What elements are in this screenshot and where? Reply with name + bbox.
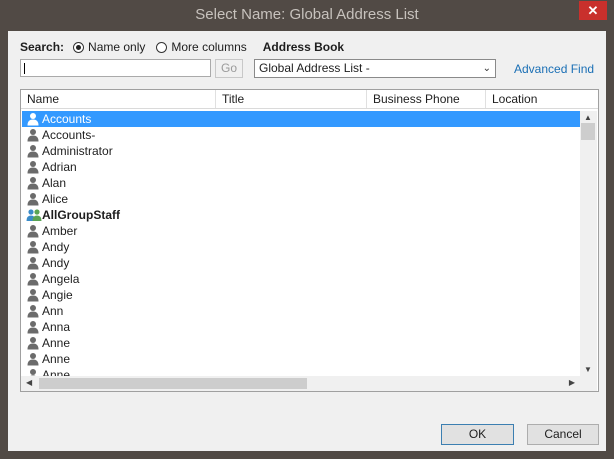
list-item[interactable]: Administrator (22, 143, 580, 159)
vertical-scrollbar[interactable]: ▲ ▼ (580, 111, 597, 376)
column-header-name[interactable]: Name (21, 90, 216, 108)
address-book-select[interactable]: Global Address List - ⌄ (254, 59, 496, 78)
list-item-name: Anne (42, 352, 71, 366)
list-item[interactable]: Anna (22, 319, 580, 335)
address-book-label: Address Book (262, 40, 345, 54)
dialog-body: Search: Name only More columns Address B… (8, 31, 606, 451)
person-icon (26, 176, 40, 190)
list-item[interactable]: Adrian (22, 159, 580, 175)
list-item[interactable]: Andy (22, 255, 580, 271)
radio-unchecked-icon (156, 41, 168, 53)
list-item-name: Accounts (42, 112, 92, 126)
group-icon (26, 208, 42, 222)
column-header-location[interactable]: Location (486, 90, 598, 108)
list-item[interactable]: Andy (22, 239, 580, 255)
person-icon (26, 320, 40, 334)
list-item-name: Ann (42, 304, 64, 318)
list-item-name: Alice (42, 192, 69, 206)
column-header-title[interactable]: Title (216, 90, 367, 108)
list-item[interactable]: Ann (22, 303, 580, 319)
list-item[interactable]: Anne (22, 351, 580, 367)
more-columns-label: More columns (171, 40, 247, 54)
window-title: Select Name: Global Address List (195, 6, 419, 23)
person-icon (26, 112, 40, 126)
scroll-up-icon[interactable]: ▲ (584, 113, 592, 122)
list-item-name: AllGroupStaff (42, 208, 120, 222)
go-button[interactable]: Go (215, 59, 243, 78)
vertical-scroll-thumb[interactable] (581, 123, 595, 140)
close-button[interactable]: ✕ (579, 1, 607, 20)
person-icon (26, 240, 40, 254)
list-item[interactable]: Alice (22, 191, 580, 207)
list-item-name: Angela (42, 272, 80, 286)
person-icon (26, 128, 40, 142)
search-input[interactable] (20, 59, 211, 77)
list-item-name: Administrator (42, 144, 113, 158)
person-icon (26, 336, 40, 350)
person-icon (26, 192, 40, 206)
list-item[interactable]: Accounts (22, 111, 580, 127)
person-icon (26, 144, 40, 158)
list-item[interactable]: Accounts- (22, 127, 580, 143)
ok-button[interactable]: OK (441, 424, 514, 445)
name-only-label: Name only (88, 40, 146, 54)
horizontal-scrollbar[interactable]: ◀ ▶ (21, 376, 580, 391)
cancel-button[interactable]: Cancel (527, 424, 599, 445)
list-item[interactable]: Amber (22, 223, 580, 239)
person-icon (26, 256, 40, 270)
chevron-down-icon: ⌄ (482, 63, 491, 74)
person-icon (26, 224, 40, 238)
list-item[interactable]: Anne (22, 367, 580, 376)
list-item-name: Accounts- (42, 128, 96, 142)
search-label: Search: (20, 40, 65, 54)
advanced-find-link[interactable]: Advanced Find (514, 62, 594, 76)
list-item[interactable]: Angie (22, 287, 580, 303)
horizontal-scroll-thumb[interactable] (39, 378, 307, 389)
address-book-selected: Global Address List - (259, 61, 370, 75)
scroll-down-icon[interactable]: ▼ (584, 365, 592, 374)
search-options-row: Search: Name only More columns Address B… (20, 39, 344, 55)
list-item-name: Andy (42, 256, 70, 270)
list-item-name: Andy (42, 240, 70, 254)
person-icon (26, 352, 40, 366)
title-bar[interactable]: Select Name: Global Address List ✕ (0, 0, 614, 31)
scrollbar-corner (580, 376, 597, 391)
list-rows: Accounts Accounts- Administrator Adrian Alan… (21, 111, 580, 376)
list-item-name: Amber (42, 224, 78, 238)
close-icon: ✕ (587, 2, 599, 18)
radio-checked-icon (73, 41, 85, 53)
column-header-business-phone[interactable]: Business Phone (367, 90, 486, 108)
list-item-name: Adrian (42, 160, 77, 174)
list-item-name: Angie (42, 288, 73, 302)
text-caret (24, 63, 25, 74)
person-icon (26, 160, 40, 174)
list-item[interactable]: Angela (22, 271, 580, 287)
list-item[interactable]: Anne (22, 335, 580, 351)
scroll-left-icon[interactable]: ◀ (26, 378, 32, 387)
list-item-name: Anne (42, 368, 71, 376)
more-columns-radio[interactable]: More columns (156, 40, 247, 54)
person-icon (26, 288, 40, 302)
name-list: Name Title Business Phone Location Accou… (20, 89, 599, 392)
dialog-window: Select Name: Global Address List ✕ Searc… (0, 0, 614, 459)
list-item-name: Alan (42, 176, 67, 190)
list-item[interactable]: AllGroupStaff (22, 207, 580, 223)
person-icon (26, 368, 40, 376)
scroll-right-icon[interactable]: ▶ (569, 378, 575, 387)
person-icon (26, 272, 40, 286)
list-header: Name Title Business Phone Location (21, 90, 598, 109)
list-item[interactable]: Alan (22, 175, 580, 191)
list-item-name: Anne (42, 336, 71, 350)
person-icon (26, 304, 40, 318)
name-only-radio[interactable]: Name only (73, 40, 145, 54)
list-item-name: Anna (42, 320, 71, 334)
